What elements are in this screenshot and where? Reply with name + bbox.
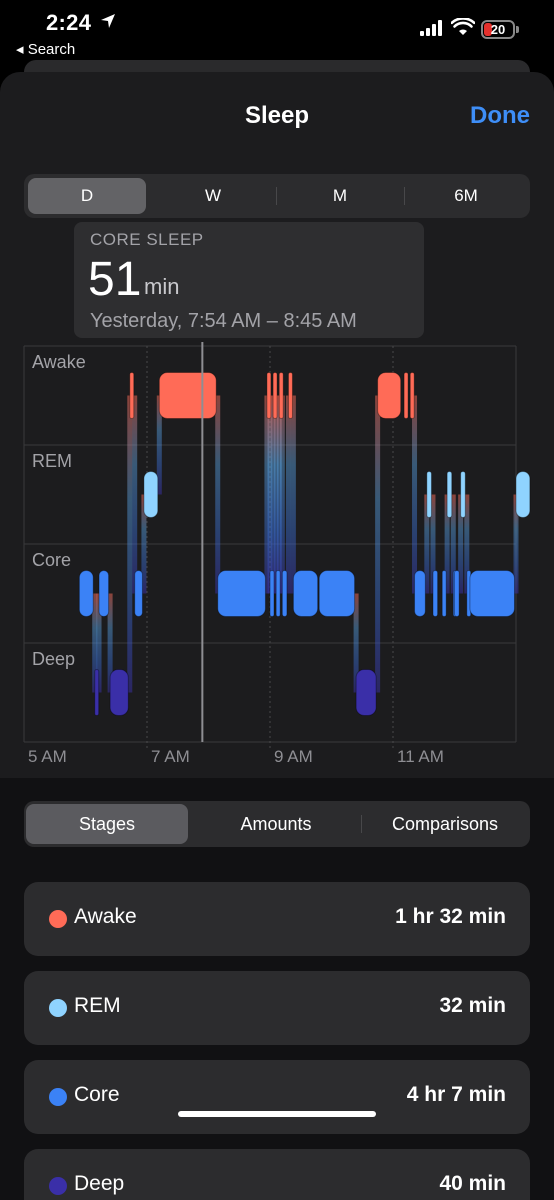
y-stage-label: Core	[32, 550, 71, 570]
wifi-icon	[451, 18, 475, 35]
home-indicator[interactable]	[178, 1111, 376, 1117]
y-stage-label: Deep	[32, 649, 75, 669]
segment-rem	[460, 471, 466, 518]
segment-core	[454, 570, 460, 617]
stats-segmented-control: Stages Amounts Comparisons	[24, 801, 530, 847]
stage-row-rem[interactable]: REM 32 min	[24, 971, 530, 1045]
stage-transition	[412, 395, 418, 594]
segment-awake	[278, 372, 284, 419]
stage-transition	[215, 395, 221, 594]
tooltip-stage: CORE SLEEP	[90, 230, 204, 249]
back-to-search-link[interactable]: ◂ Search	[16, 40, 75, 58]
segment-divider	[276, 187, 277, 205]
tab-stages[interactable]: Stages	[26, 804, 188, 844]
segment-rem	[446, 471, 453, 518]
segment-core	[275, 570, 281, 617]
segment-awake	[287, 372, 293, 419]
segment-deep	[355, 669, 377, 716]
segment-core	[217, 570, 266, 617]
stage-transition	[132, 395, 138, 594]
stage-transition	[285, 395, 291, 594]
stage-row-awake[interactable]: Awake 1 hr 32 min	[24, 882, 530, 956]
stage-row-core[interactable]: Core 4 hr 7 min	[24, 1060, 530, 1134]
segment-core	[432, 570, 439, 617]
segment-awake	[158, 372, 217, 419]
range-tab-week[interactable]: W	[152, 178, 274, 214]
segment-rem	[426, 471, 432, 518]
segment-divider	[404, 187, 405, 205]
sleep-stages-chart[interactable]: 5 AM 7 AM 9 AM 11 AM Awake REM Core Deep	[0, 342, 554, 772]
range-tab-month[interactable]: M	[278, 178, 402, 214]
segment-awake	[272, 372, 278, 419]
stage-transition	[290, 395, 296, 594]
status-bar: 2:24 ◂ Search 20	[0, 0, 554, 62]
x-tick-label: 11 AM	[397, 747, 444, 766]
x-tick-label: 9 AM	[274, 747, 313, 766]
stage-label: Awake	[74, 905, 137, 928]
tooltip-unit: min	[144, 274, 180, 299]
segment-rem	[143, 471, 159, 518]
core-dot-icon	[49, 1088, 67, 1106]
segment-awake	[377, 372, 402, 419]
segment-core	[469, 570, 515, 617]
segment-awake	[403, 372, 409, 419]
stage-value: 32 min	[439, 994, 506, 1017]
x-tick-label: 5 AM	[28, 747, 67, 766]
status-time: 2:24	[46, 10, 92, 35]
segment-core	[414, 570, 426, 617]
segment-deep	[94, 669, 100, 716]
segment-core	[98, 570, 110, 617]
segment-core	[292, 570, 319, 617]
stage-value: 4 hr 7 min	[406, 1083, 506, 1106]
y-stage-label: REM	[32, 451, 72, 471]
time-range-segmented-control: D W M 6M	[24, 174, 530, 218]
battery-level: 20	[490, 22, 506, 37]
location-arrow-icon	[101, 14, 115, 28]
back-triangle-icon: ◂	[16, 41, 24, 58]
deep-dot-icon	[49, 1177, 67, 1195]
segment-core	[78, 570, 94, 617]
segment-core	[281, 570, 288, 617]
stage-label: Deep	[74, 1172, 125, 1195]
back-search-label: Search	[27, 41, 76, 58]
tab-amounts[interactable]: Amounts	[192, 804, 360, 844]
done-button[interactable]: Done	[470, 102, 530, 130]
cellular-signal-icon	[420, 20, 442, 36]
segment-core	[269, 570, 275, 617]
segment-core	[318, 570, 356, 617]
tooltip-time-range: Yesterday, 7:54 AM – 8:45 AM	[90, 310, 357, 332]
stage-row-deep[interactable]: Deep 40 min	[24, 1149, 530, 1200]
battery-icon: 20	[481, 20, 515, 39]
range-tab-day[interactable]: D	[28, 178, 146, 214]
battery-cap	[516, 26, 519, 33]
segment-awake	[409, 372, 415, 419]
selection-tooltip: CORE SLEEP 51 min Yesterday, 7:54 AM – 8…	[74, 222, 424, 338]
stage-transition	[127, 395, 133, 693]
stage-label: Core	[74, 1083, 120, 1106]
y-stage-label: Awake	[32, 352, 86, 372]
segment-rem	[515, 471, 531, 518]
stage-value: 1 hr 32 min	[395, 905, 506, 928]
x-tick-label: 7 AM	[151, 747, 190, 766]
awake-dot-icon	[49, 910, 67, 928]
stage-value: 40 min	[439, 1172, 506, 1195]
segment-core	[441, 570, 447, 617]
range-tab-6-months[interactable]: 6M	[406, 178, 526, 214]
stage-transition	[279, 395, 285, 594]
segment-deep	[109, 669, 129, 716]
rem-dot-icon	[49, 999, 67, 1017]
stage-transition	[375, 395, 381, 693]
segment-core	[134, 570, 143, 617]
segment-awake	[129, 372, 135, 419]
tab-comparisons[interactable]: Comparisons	[362, 804, 528, 844]
tooltip-value: 51	[88, 253, 142, 306]
segment-awake	[266, 372, 272, 419]
stage-label: REM	[74, 994, 121, 1017]
sleep-sheet: Sleep Done D W M 6M CORE SLEEP 51 min Ye…	[0, 72, 554, 1200]
